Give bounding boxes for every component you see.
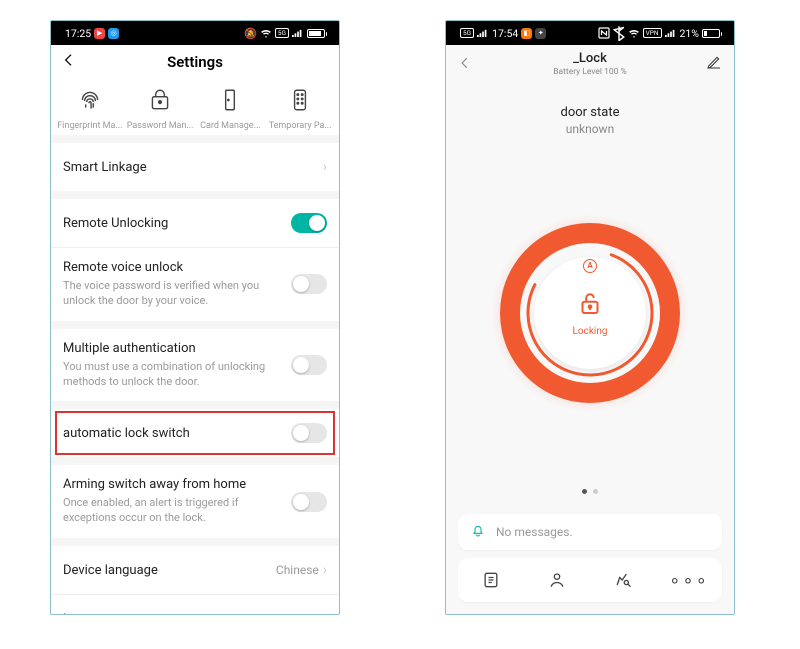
status-bar: 17:25 ▶ ◎ 🔕 5G: [51, 21, 339, 45]
status-app-icon: ◧: [521, 28, 532, 39]
chevron-right-icon: ›: [323, 611, 327, 615]
shortcut-row: Fingerprint Ma... Password Man... Card M…: [51, 79, 339, 135]
row-subtitle: Once enabled, an alert is triggered if e…: [63, 496, 283, 526]
row-title: Smart Linkage: [63, 160, 311, 175]
nfc-icon: [598, 27, 610, 39]
row-auto-lock: automatic lock switch: [51, 409, 339, 457]
shortcut-label: Password Man...: [125, 121, 196, 131]
shortcut-label: Temporary Pa...: [265, 121, 335, 131]
row-remote-voice: Remote voice unlock The voice password i…: [51, 248, 339, 321]
row-title: automatic lock switch: [63, 426, 283, 441]
signal-icon: [292, 27, 304, 39]
row-title: Remote voice unlock: [63, 260, 283, 275]
row-title: Arming switch away from home: [63, 477, 283, 492]
shortcut-card[interactable]: Card Manage...: [196, 87, 266, 131]
page-title: Settings: [167, 53, 223, 71]
device-title: _Lock: [553, 51, 627, 66]
row-key-tone[interactable]: key tone key mute ›: [51, 595, 339, 615]
status-time: 17:54: [492, 27, 518, 40]
shortcut-password[interactable]: Password Man...: [125, 87, 196, 131]
status-app-icon: ▶: [94, 28, 105, 39]
wifi-icon: [260, 27, 272, 39]
tab-bar: ∘∘∘: [458, 558, 722, 602]
network-type-icon: 5G: [275, 28, 289, 38]
shortcut-temporary[interactable]: Temporary Pa...: [265, 87, 335, 131]
tab-logs[interactable]: [458, 570, 524, 590]
tab-users[interactable]: [524, 570, 590, 590]
row-title: Device language: [63, 563, 268, 578]
mute-icon: 🔕: [245, 27, 257, 39]
row-subtitle: The voice password is verified when you …: [63, 279, 283, 309]
toggle-arming[interactable]: [291, 492, 327, 512]
status-time: 17:25: [65, 27, 91, 40]
signal-icon: [665, 27, 677, 39]
status-app-icon: ◎: [108, 28, 119, 39]
row-title: Multiple authentication: [63, 341, 283, 356]
signal-icon: [477, 27, 489, 39]
edit-button[interactable]: [706, 54, 722, 74]
row-value: key mute: [270, 612, 318, 615]
battery-icon: [307, 29, 325, 38]
pager-dot: [582, 489, 587, 494]
back-button[interactable]: [61, 52, 77, 73]
shortcut-fingerprint[interactable]: Fingerprint Ma...: [55, 87, 125, 131]
network-type-icon: 5G: [460, 28, 474, 38]
toggle-multi-auth[interactable]: [291, 355, 327, 375]
status-app-icon: ✦: [535, 28, 546, 39]
status-battery-pct: 21%: [680, 27, 700, 40]
toggle-remote-voice[interactable]: [291, 274, 327, 294]
battery-icon: [702, 29, 720, 38]
toggle-auto-lock[interactable]: [291, 423, 327, 443]
toggle-remote-unlocking[interactable]: [291, 213, 327, 233]
pager-dots: [446, 489, 734, 494]
tab-settings[interactable]: [590, 570, 656, 590]
door-state-label: door state: [446, 105, 734, 120]
lock-status-label: Locking: [573, 326, 608, 337]
status-bar: 5G 17:54 ◧ ✦ VPN 21%: [446, 21, 734, 45]
messages-text: No messages.: [496, 525, 573, 539]
row-multi-auth: Multiple authentication You must use a c…: [51, 329, 339, 402]
bell-icon: [470, 522, 486, 542]
phone-lock: 5G 17:54 ◧ ✦ VPN 21%: [445, 20, 735, 615]
lock-ring[interactable]: A Locking: [500, 223, 680, 403]
wifi-icon: [628, 27, 640, 39]
bluetooth-icon: [613, 27, 625, 39]
battery-level: Battery Level 100 %: [553, 67, 627, 77]
chevron-right-icon: ›: [323, 159, 327, 175]
row-remote-unlocking: Remote Unlocking: [51, 199, 339, 247]
more-icon: ∘∘∘: [669, 570, 709, 591]
row-title: key tone: [63, 612, 262, 615]
header: Settings: [51, 45, 339, 79]
door-state: door state unknown: [446, 105, 734, 136]
pager-dot: [593, 489, 598, 494]
auto-mode-icon: A: [583, 259, 597, 273]
door-state-value: unknown: [446, 122, 734, 136]
phone-settings: 17:25 ▶ ◎ 🔕 5G Settings Fingerprint Ma: [50, 20, 340, 615]
row-subtitle: You must use a combination of unlocking …: [63, 360, 283, 390]
tab-more[interactable]: ∘∘∘: [656, 570, 722, 591]
messages-card[interactable]: No messages.: [458, 514, 722, 550]
unlock-icon: [575, 288, 605, 322]
row-title: Remote Unlocking: [63, 216, 283, 231]
row-device-language[interactable]: Device language Chinese ›: [51, 546, 339, 594]
row-smart-linkage[interactable]: Smart Linkage ›: [51, 143, 339, 191]
shortcut-label: Card Manage...: [196, 121, 266, 131]
row-value: Chinese: [276, 563, 319, 577]
chevron-right-icon: ›: [323, 562, 327, 578]
header: _Lock Battery Level 100 %: [446, 45, 734, 83]
back-button[interactable]: [458, 55, 472, 74]
vpn-icon: VPN: [643, 28, 662, 38]
row-arming: Arming switch away from home Once enable…: [51, 465, 339, 538]
shortcut-label: Fingerprint Ma...: [55, 121, 125, 131]
